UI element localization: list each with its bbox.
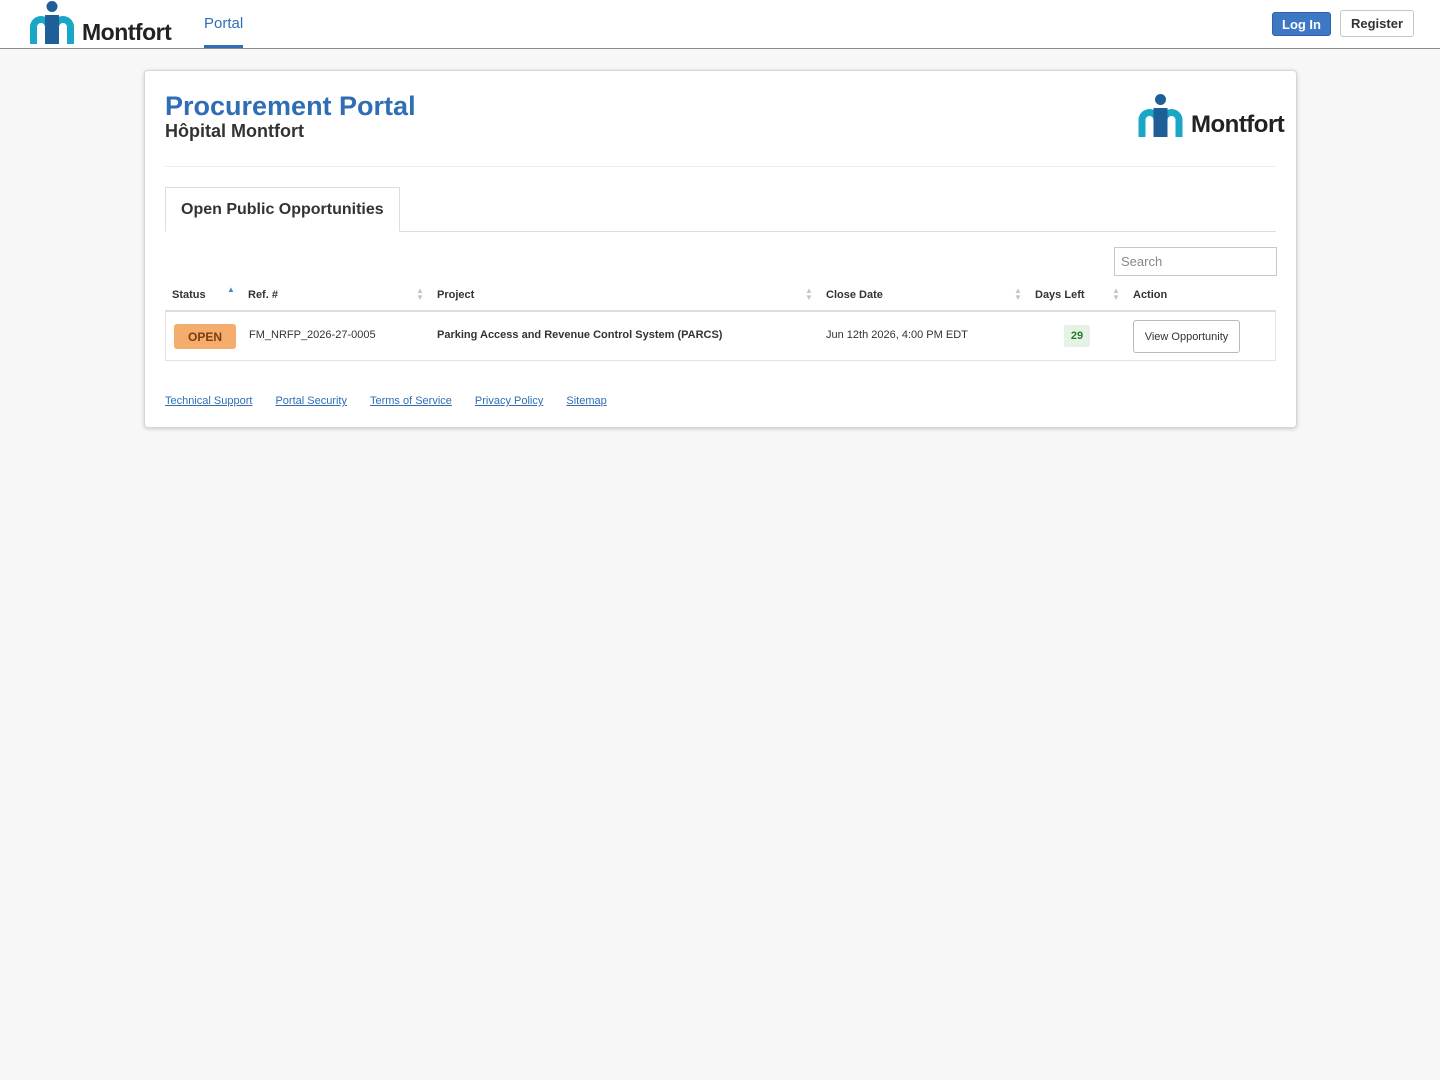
- project-name: Parking Access and Revenue Control Syste…: [437, 329, 723, 341]
- logo-wordmark: Montfort: [1191, 111, 1285, 138]
- column-header-ref[interactable]: Ref. #: [248, 289, 278, 301]
- header-divider: [165, 166, 1276, 167]
- montfort-logo-icon: [28, 1, 76, 44]
- footer-link-terms-of-service[interactable]: Terms of Service: [370, 395, 452, 407]
- column-header-days-left[interactable]: Days Left: [1035, 289, 1085, 301]
- nav-tab-label: Portal: [204, 15, 244, 32]
- montfort-logo-icon: [1136, 94, 1185, 137]
- sort-both-icon[interactable]: ▲ ▼: [416, 287, 424, 302]
- view-opportunity-button[interactable]: View Opportunity: [1133, 320, 1240, 353]
- opportunity-tabs: Open Public Opportunities: [165, 187, 1276, 232]
- column-header-action: Action: [1133, 289, 1168, 301]
- nav-tab-portal[interactable]: Portal: [204, 0, 244, 48]
- sort-both-icon[interactable]: ▲ ▼: [805, 287, 813, 302]
- search-input[interactable]: [1114, 247, 1277, 276]
- organization-logo: Montfort: [1136, 93, 1285, 138]
- top-navbar: Montfort Portal Log In Register: [0, 0, 1440, 49]
- sort-both-icon[interactable]: ▲ ▼: [1014, 287, 1022, 302]
- ref-number: FM_NRFP_2026-27-0005: [249, 329, 376, 341]
- footer-link-technical-support[interactable]: Technical Support: [165, 395, 252, 407]
- sort-ascending-icon[interactable]: ▲: [227, 286, 235, 294]
- status-badge: OPEN: [174, 324, 236, 349]
- register-button[interactable]: Register: [1340, 10, 1414, 37]
- logo-wordmark: Montfort: [82, 19, 172, 45]
- footer-link-privacy-policy[interactable]: Privacy Policy: [475, 395, 543, 407]
- column-header-close-date[interactable]: Close Date: [826, 289, 883, 301]
- login-button[interactable]: Log In: [1272, 12, 1331, 36]
- tab-open-public-opportunities[interactable]: Open Public Opportunities: [165, 187, 400, 232]
- column-header-status[interactable]: Status: [172, 289, 206, 301]
- page-subtitle: Hôpital Montfort: [165, 121, 304, 141]
- montfort-logo[interactable]: Montfort: [28, 0, 172, 45]
- active-tab-indicator: [204, 45, 244, 48]
- days-left-badge: 29: [1064, 325, 1090, 347]
- footer-links: Technical Support Portal Security Terms …: [165, 395, 630, 407]
- portal-card: Procurement Portal Hôpital Montfort Mont…: [144, 70, 1297, 428]
- column-header-project[interactable]: Project: [437, 289, 474, 301]
- page-title: Procurement Portal: [165, 91, 416, 121]
- sort-both-icon[interactable]: ▲ ▼: [1112, 287, 1120, 302]
- close-date: Jun 12th 2026, 4:00 PM EDT: [826, 329, 968, 341]
- footer-link-sitemap[interactable]: Sitemap: [566, 395, 606, 407]
- footer-link-portal-security[interactable]: Portal Security: [275, 395, 347, 407]
- table-row: OPEN FM_NRFP_2026-27-0005 Parking Access…: [165, 312, 1276, 361]
